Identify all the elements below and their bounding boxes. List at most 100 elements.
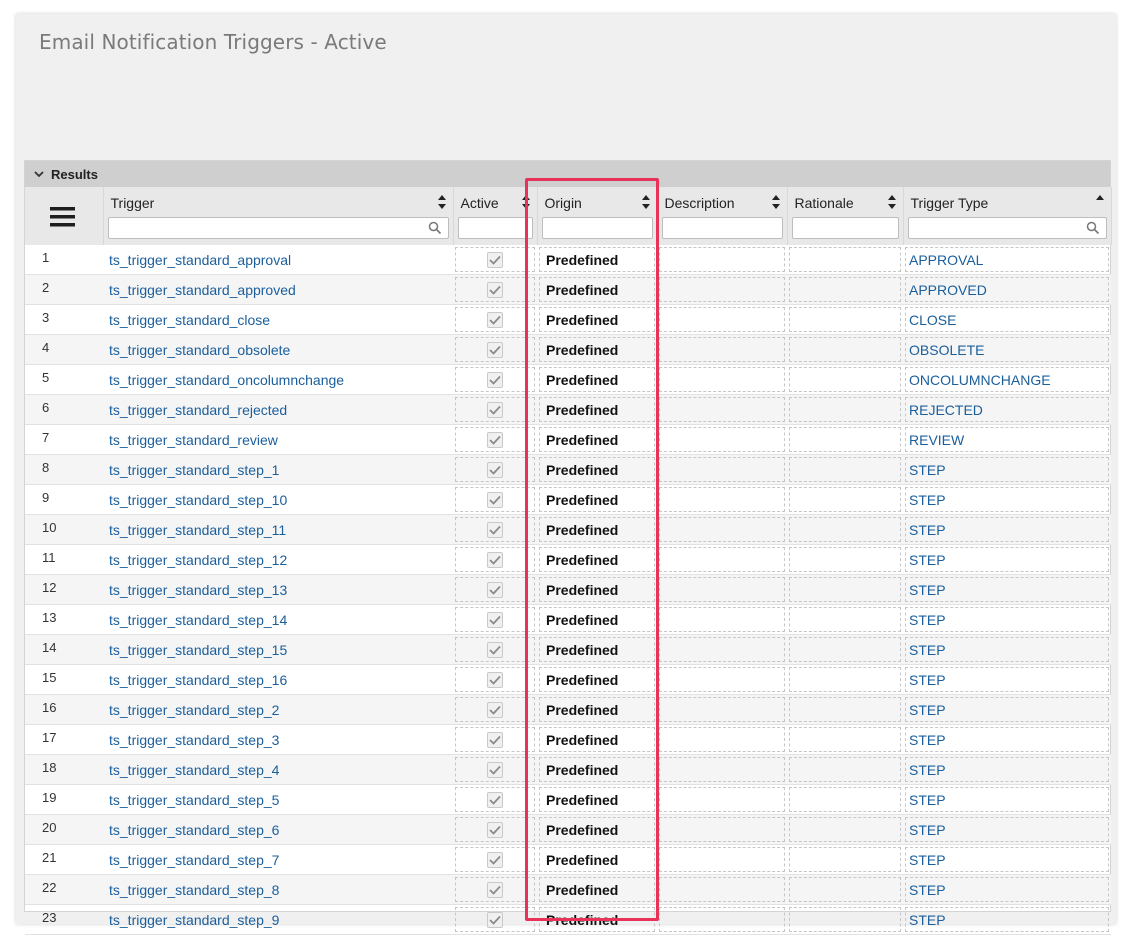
trigger-link[interactable]: ts_trigger_standard_rejected <box>103 402 287 418</box>
checkbox-checked-icon[interactable] <box>487 341 503 358</box>
column-header-active[interactable]: Active <box>453 187 538 245</box>
trigger-link[interactable]: ts_trigger_standard_step_1 <box>103 462 279 478</box>
table-row[interactable]: 2 ts_trigger_standard_approved Predefined A… <box>25 274 1111 305</box>
trigger-type-value[interactable]: STEP <box>905 457 1109 482</box>
checkbox-checked-icon[interactable] <box>487 671 503 688</box>
table-row[interactable]: 15 ts_trigger_standard_step_16 Predefined S… <box>25 664 1111 695</box>
table-row[interactable]: 18 ts_trigger_standard_step_4 Predefined ST… <box>25 754 1111 785</box>
checkbox-checked-icon[interactable] <box>487 611 503 628</box>
table-row[interactable]: 7 ts_trigger_standard_review Predefined REV… <box>25 424 1111 455</box>
origin-filter-input[interactable] <box>541 217 653 239</box>
table-row[interactable]: 22 ts_trigger_standard_step_8 Predefined ST… <box>25 874 1111 905</box>
trigger-type-value[interactable]: APPROVED <box>905 277 1109 302</box>
table-row[interactable]: 6 ts_trigger_standard_rejected Predefined R… <box>25 394 1111 425</box>
table-row[interactable]: 8 ts_trigger_standard_step_1 Predefined STE… <box>25 454 1111 485</box>
table-row[interactable]: 14 ts_trigger_standard_step_15 Predefined S… <box>25 634 1111 665</box>
trigger-type-value[interactable]: REVIEW <box>905 427 1109 452</box>
checkbox-checked-icon[interactable] <box>487 911 503 928</box>
description-filter-input[interactable] <box>661 217 783 239</box>
table-row[interactable]: 10 ts_trigger_standard_step_11 Predefined S… <box>25 514 1111 545</box>
results-header[interactable]: Results <box>25 161 1110 187</box>
trigger-link[interactable]: ts_trigger_standard_step_11 <box>103 522 286 538</box>
table-row[interactable]: 3 ts_trigger_standard_close Predefined CLOS… <box>25 304 1111 335</box>
trigger-link[interactable]: ts_trigger_standard_oncolumnchange <box>103 372 344 388</box>
trigger-type-value[interactable]: STEP <box>905 697 1109 722</box>
column-header-rationale[interactable]: Rationale <box>787 187 904 245</box>
trigger-link[interactable]: ts_trigger_standard_step_9 <box>103 912 279 928</box>
trigger-link[interactable]: ts_trigger_standard_step_5 <box>103 792 279 808</box>
trigger-type-value[interactable]: STEP <box>905 907 1109 932</box>
checkbox-checked-icon[interactable] <box>487 551 503 568</box>
checkbox-checked-icon[interactable] <box>487 701 503 718</box>
checkbox-checked-icon[interactable] <box>487 521 503 538</box>
trigger-type-value[interactable]: STEP <box>905 727 1109 752</box>
sort-icon[interactable] <box>771 194 781 210</box>
trigger-link[interactable]: ts_trigger_standard_step_4 <box>103 762 279 778</box>
sort-icon[interactable] <box>437 194 447 210</box>
checkbox-checked-icon[interactable] <box>487 401 503 418</box>
trigger-link[interactable]: ts_trigger_standard_step_8 <box>103 882 279 898</box>
table-row[interactable]: 23 ts_trigger_standard_step_9 Predefined ST… <box>25 904 1111 935</box>
checkbox-checked-icon[interactable] <box>487 431 503 448</box>
trigger-type-value[interactable]: STEP <box>905 847 1109 872</box>
trigger-link[interactable]: ts_trigger_standard_step_10 <box>103 492 287 508</box>
trigger-link[interactable]: ts_trigger_standard_approved <box>103 282 296 298</box>
trigger-type-filter-input[interactable] <box>907 217 1107 239</box>
trigger-link[interactable]: ts_trigger_standard_step_13 <box>103 582 287 598</box>
trigger-link[interactable]: ts_trigger_standard_step_16 <box>103 672 287 688</box>
checkbox-checked-icon[interactable] <box>487 791 503 808</box>
trigger-type-value[interactable]: STEP <box>905 577 1109 602</box>
table-row[interactable]: 1 ts_trigger_standard_approval Predefined A… <box>25 245 1111 275</box>
checkbox-checked-icon[interactable] <box>487 731 503 748</box>
table-row[interactable]: 5 ts_trigger_standard_oncolumnchange Prede… <box>25 364 1111 395</box>
checkbox-checked-icon[interactable] <box>487 311 503 328</box>
trigger-link[interactable]: ts_trigger_standard_step_6 <box>103 822 279 838</box>
table-row[interactable]: 17 ts_trigger_standard_step_3 Predefined ST… <box>25 724 1111 755</box>
trigger-link[interactable]: ts_trigger_standard_review <box>103 432 278 448</box>
sort-ascending-icon[interactable] <box>1095 194 1105 210</box>
table-row[interactable]: 19 ts_trigger_standard_step_5 Predefined ST… <box>25 784 1111 815</box>
column-header-trigger-type[interactable]: Trigger Type <box>903 187 1112 245</box>
trigger-type-value[interactable]: CLOSE <box>905 307 1109 332</box>
trigger-type-value[interactable]: STEP <box>905 877 1109 902</box>
column-header-description[interactable]: Description <box>657 187 788 245</box>
trigger-type-value[interactable]: APPROVAL <box>905 247 1109 272</box>
table-row[interactable]: 9 ts_trigger_standard_step_10 Predefined ST… <box>25 484 1111 515</box>
trigger-type-value[interactable]: ONCOLUMNCHANGE <box>905 367 1109 392</box>
trigger-link[interactable]: ts_trigger_standard_step_15 <box>103 642 287 658</box>
checkbox-checked-icon[interactable] <box>487 581 503 598</box>
table-row[interactable]: 20 ts_trigger_standard_step_6 Predefined ST… <box>25 814 1111 845</box>
checkbox-checked-icon[interactable] <box>487 881 503 898</box>
checkbox-checked-icon[interactable] <box>487 821 503 838</box>
chevron-down-icon[interactable] <box>31 166 47 182</box>
trigger-type-value[interactable]: REJECTED <box>905 397 1109 422</box>
active-filter-input[interactable] <box>457 217 533 239</box>
table-row[interactable]: 11 ts_trigger_standard_step_12 Predefined S… <box>25 544 1111 575</box>
hamburger-menu-icon[interactable] <box>49 205 77 229</box>
checkbox-checked-icon[interactable] <box>487 281 503 298</box>
trigger-type-value[interactable]: STEP <box>905 787 1109 812</box>
trigger-type-value[interactable]: STEP <box>905 667 1109 692</box>
trigger-type-value[interactable]: STEP <box>905 757 1109 782</box>
sort-icon[interactable] <box>521 194 531 210</box>
trigger-type-value[interactable]: OBSOLETE <box>905 337 1109 362</box>
trigger-type-value[interactable]: STEP <box>905 637 1109 662</box>
table-row[interactable]: 21 ts_trigger_standard_step_7 Predefined ST… <box>25 844 1111 875</box>
table-row[interactable]: 16 ts_trigger_standard_step_2 Predefined ST… <box>25 694 1111 725</box>
column-header-origin[interactable]: Origin <box>537 187 658 245</box>
trigger-link[interactable]: ts_trigger_standard_step_3 <box>103 732 279 748</box>
trigger-link[interactable]: ts_trigger_standard_step_7 <box>103 852 279 868</box>
checkbox-checked-icon[interactable] <box>487 851 503 868</box>
checkbox-checked-icon[interactable] <box>487 461 503 478</box>
trigger-link[interactable]: ts_trigger_standard_approval <box>103 252 291 268</box>
trigger-type-value[interactable]: STEP <box>905 517 1109 542</box>
trigger-type-value[interactable]: STEP <box>905 547 1109 572</box>
checkbox-checked-icon[interactable] <box>487 641 503 658</box>
table-row[interactable]: 13 ts_trigger_standard_step_14 Predefined S… <box>25 604 1111 635</box>
checkbox-checked-icon[interactable] <box>487 491 503 508</box>
sort-icon[interactable] <box>641 194 651 210</box>
trigger-link[interactable]: ts_trigger_standard_obsolete <box>103 342 290 358</box>
trigger-type-value[interactable]: STEP <box>905 607 1109 632</box>
column-header-trigger[interactable]: Trigger <box>103 187 454 245</box>
trigger-link[interactable]: ts_trigger_standard_step_14 <box>103 612 287 628</box>
